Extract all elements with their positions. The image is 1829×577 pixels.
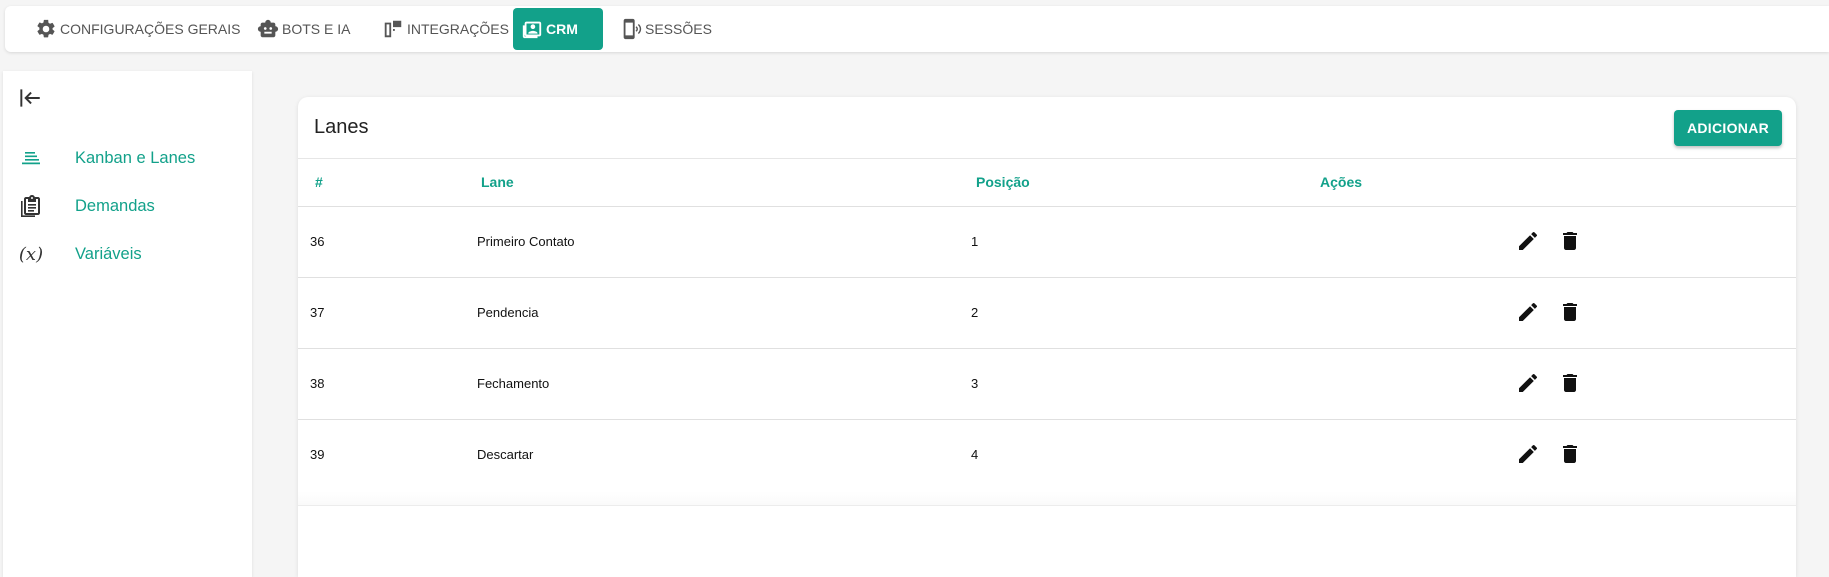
table-header: # Lane Posição Ações (298, 159, 1796, 207)
variable-icon: (x) (18, 243, 44, 265)
table-row: 39 Descartar 4 (298, 420, 1796, 490)
cell-id: 37 (310, 305, 325, 320)
tab-label: CRM (546, 21, 578, 37)
collapse-sidebar-button[interactable] (17, 85, 49, 113)
table-row: 38 Fechamento 3 (298, 349, 1796, 420)
trash-icon (1563, 445, 1577, 463)
tab-label: SESSÕES (645, 21, 712, 37)
sidebar: Kanban e Lanes Demandas (x) Variáveis (3, 71, 252, 577)
sidebar-item-label: Variáveis (75, 244, 142, 263)
tab-sessoes[interactable]: SESSÕES (612, 8, 720, 50)
cell-id: 36 (310, 234, 325, 249)
cell-lane: Primeiro Contato (477, 234, 575, 249)
pencil-icon (1519, 302, 1538, 321)
lanes-card: Lanes ADICIONAR # Lane Posição Ações 36 … (298, 97, 1796, 577)
devices-icon (384, 20, 402, 38)
phone-session-icon (623, 18, 642, 40)
pencil-icon (1519, 444, 1538, 463)
column-header-id: # (315, 174, 323, 190)
kanban-icon (18, 145, 44, 171)
tab-label: INTEGRAÇÕES (407, 21, 509, 37)
table-bottom-edge (298, 491, 1796, 506)
tab-label: BOTS E IA (282, 21, 351, 37)
table-row: 37 Pendencia 2 (298, 278, 1796, 349)
cell-position: 2 (971, 305, 979, 320)
top-tab-bar: CONFIGURAÇÕES GERAIS BOTS E IA INTEGRAÇÕ… (5, 6, 1829, 52)
page-title: Lanes (314, 116, 369, 138)
edit-button[interactable] (1516, 442, 1542, 468)
column-header-acoes: Ações (1320, 174, 1363, 190)
sidebar-item-label: Demandas (75, 196, 155, 215)
cell-id: 39 (310, 447, 325, 462)
cell-lane: Descartar (477, 447, 534, 462)
delete-button[interactable] (1558, 442, 1584, 468)
tab-integracoes[interactable]: INTEGRAÇÕES (374, 8, 517, 50)
gear-icon (37, 19, 55, 38)
table-row: 36 Primeiro Contato 1 (298, 207, 1796, 278)
sidebar-item-label: Kanban e Lanes (75, 148, 196, 167)
pencil-icon (1519, 231, 1538, 250)
add-button[interactable]: ADICIONAR (1674, 110, 1782, 146)
column-header-posicao: Posição (976, 174, 1030, 190)
edit-button[interactable] (1516, 371, 1542, 397)
tab-crm[interactable]: CRM (513, 8, 603, 50)
column-header-lane: Lane (481, 174, 514, 190)
delete-button[interactable] (1558, 371, 1584, 397)
contact-card-icon (522, 21, 542, 39)
tab-configuracoes-gerais[interactable]: CONFIGURAÇÕES GERAIS (27, 8, 248, 50)
edit-button[interactable] (1516, 229, 1542, 255)
sidebar-item-demandas[interactable]: Demandas (3, 184, 252, 228)
trash-icon (1563, 374, 1577, 392)
tab-bots-e-ia[interactable]: BOTS E IA (249, 8, 358, 50)
sidebar-item-variaveis[interactable]: (x) Variáveis (3, 232, 252, 276)
trash-icon (1563, 232, 1577, 250)
collapse-left-icon (20, 89, 40, 107)
clipboard-icon (18, 193, 44, 219)
delete-button[interactable] (1558, 300, 1584, 326)
cell-lane: Fechamento (477, 376, 550, 391)
card-header: Lanes ADICIONAR (298, 97, 1796, 159)
cell-id: 38 (310, 376, 325, 391)
sidebar-item-kanban-e-lanes[interactable]: Kanban e Lanes (3, 136, 252, 180)
cell-lane: Pendencia (477, 305, 539, 320)
tab-label: CONFIGURAÇÕES GERAIS (60, 21, 241, 37)
edit-button[interactable] (1516, 300, 1542, 326)
trash-icon (1563, 303, 1577, 321)
cell-position: 3 (971, 376, 979, 391)
cell-position: 1 (971, 234, 979, 249)
delete-button[interactable] (1558, 229, 1584, 255)
cell-position: 4 (971, 447, 979, 462)
pencil-icon (1519, 373, 1538, 392)
robot-icon (257, 19, 279, 38)
